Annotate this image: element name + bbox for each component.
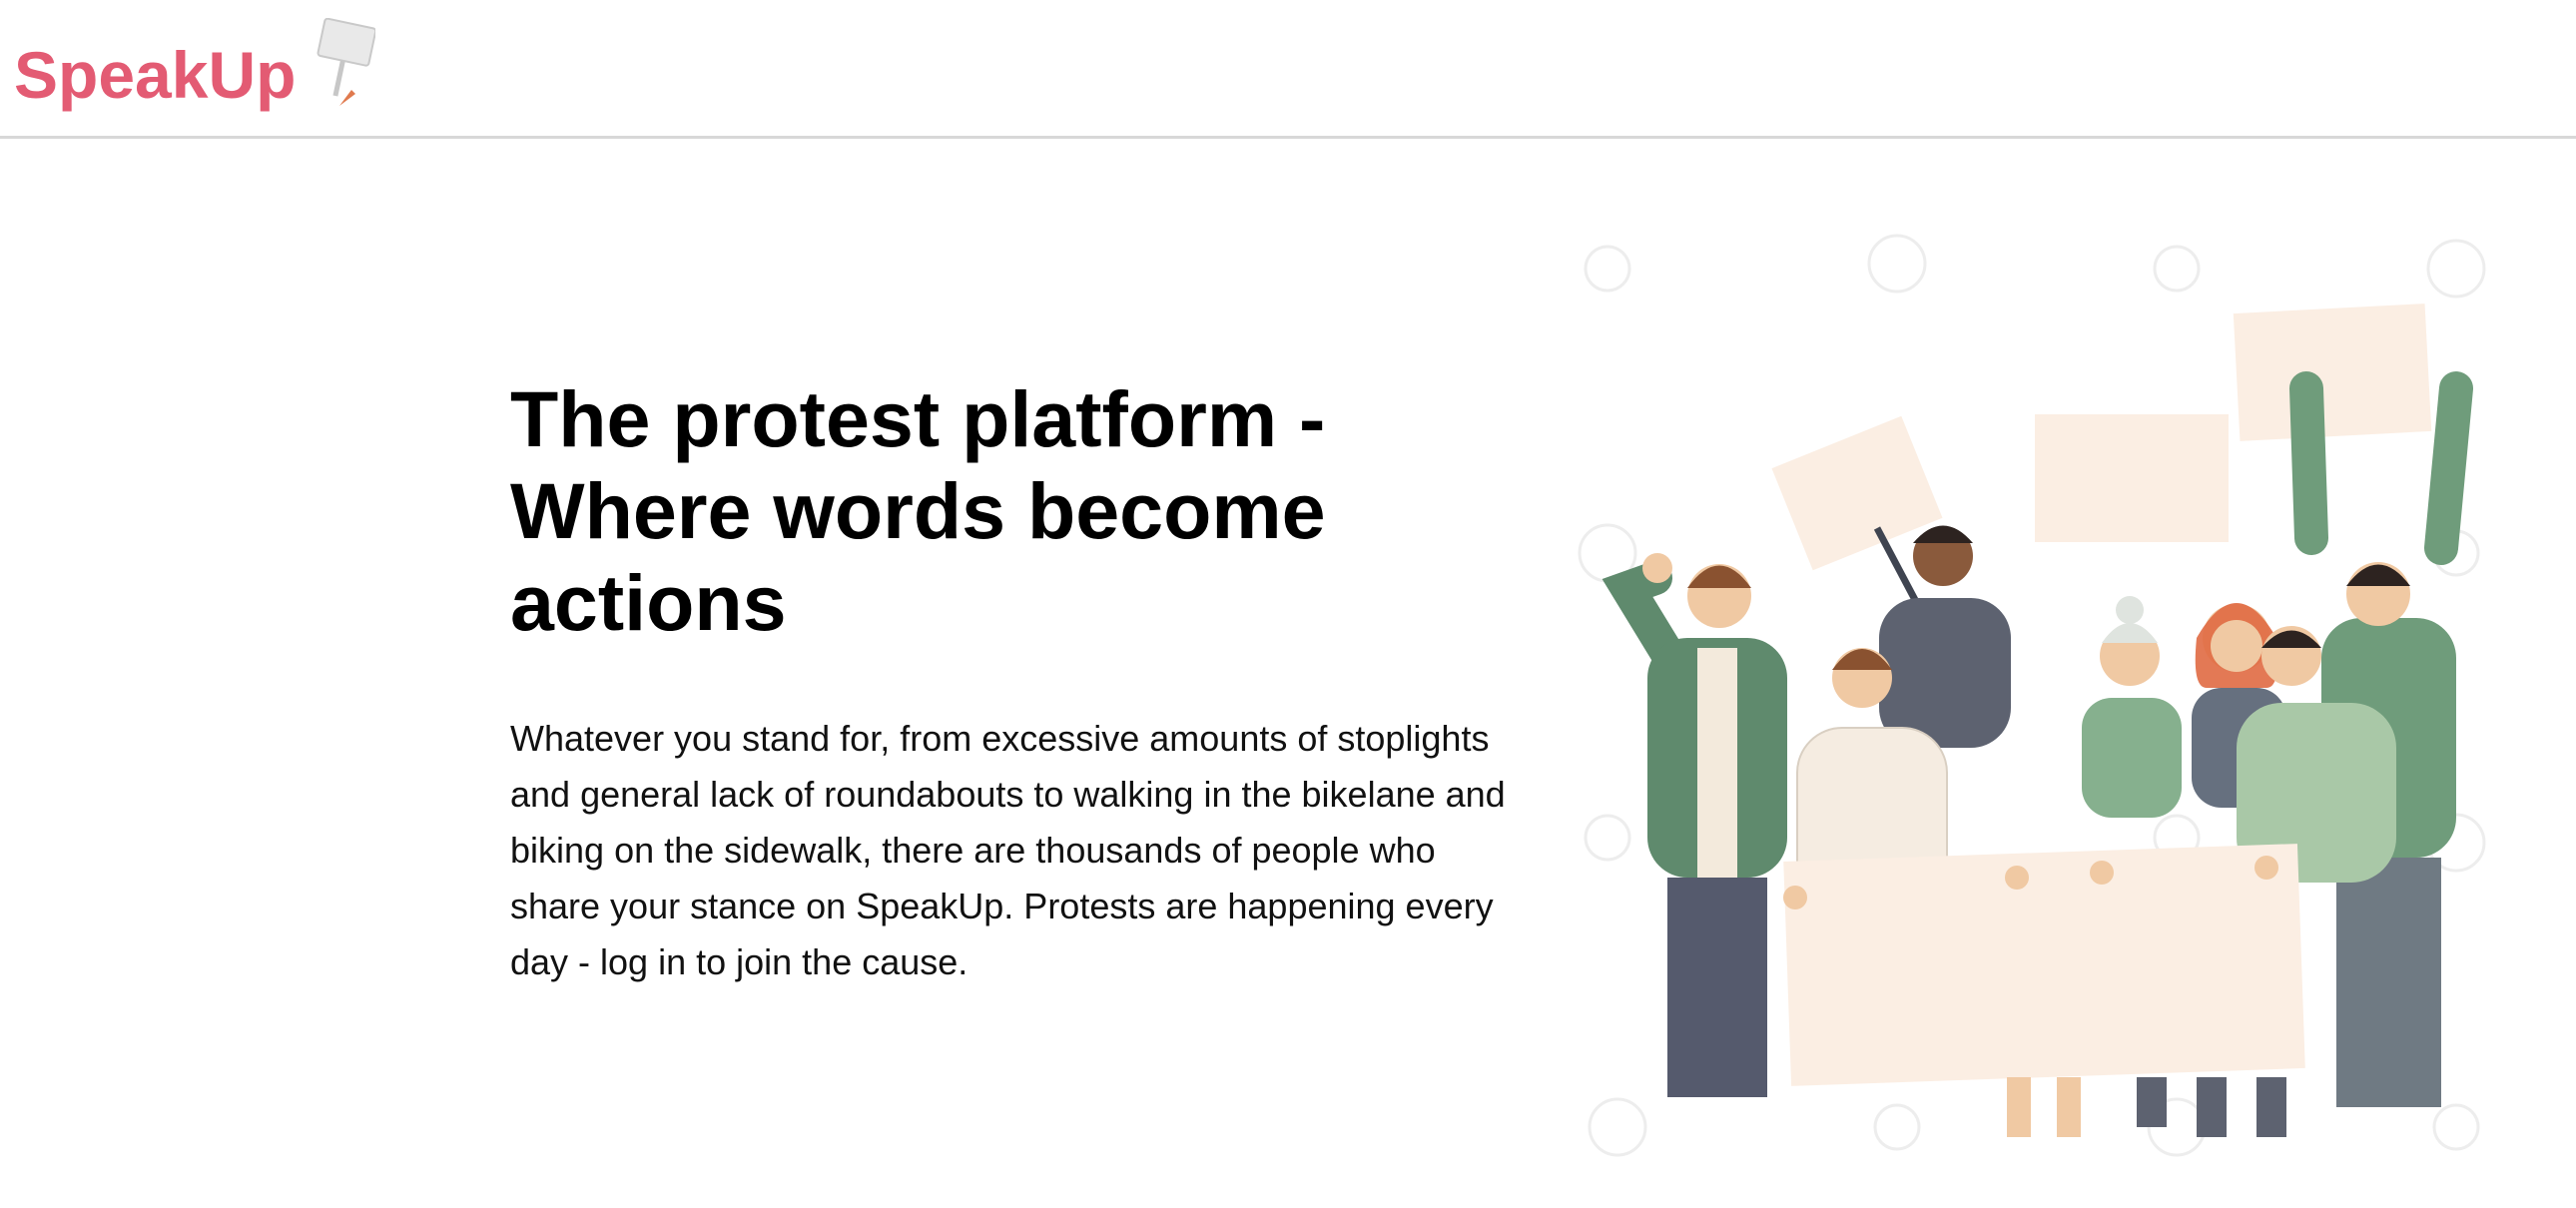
protest-sign-icon — [317, 18, 376, 106]
hero-section: The protest platform - Where words becom… — [0, 139, 2576, 1208]
person-legs — [1667, 878, 1767, 1097]
logo-home-link[interactable]: SpeakUp — [14, 18, 376, 114]
protest-crowd-illustration — [1578, 234, 2486, 1157]
logo-text: SpeakUp — [14, 38, 297, 112]
hero-text-block: The protest platform - Where words becom… — [510, 373, 1509, 990]
hero-headline: The protest platform - Where words becom… — [510, 374, 1326, 647]
raised-sign — [2035, 414, 2229, 542]
person-legs — [2336, 858, 2441, 1107]
person-arm — [2424, 371, 2473, 565]
hero-description: Whatever you stand for, from excessive a… — [510, 718, 1506, 982]
protest-banner — [1783, 844, 2305, 1086]
person-arm — [2289, 371, 2328, 555]
top-header: SpeakUp — [0, 0, 2576, 139]
raised-sign — [2233, 303, 2432, 441]
person-body — [1879, 598, 2011, 748]
person-body — [2082, 698, 2182, 818]
